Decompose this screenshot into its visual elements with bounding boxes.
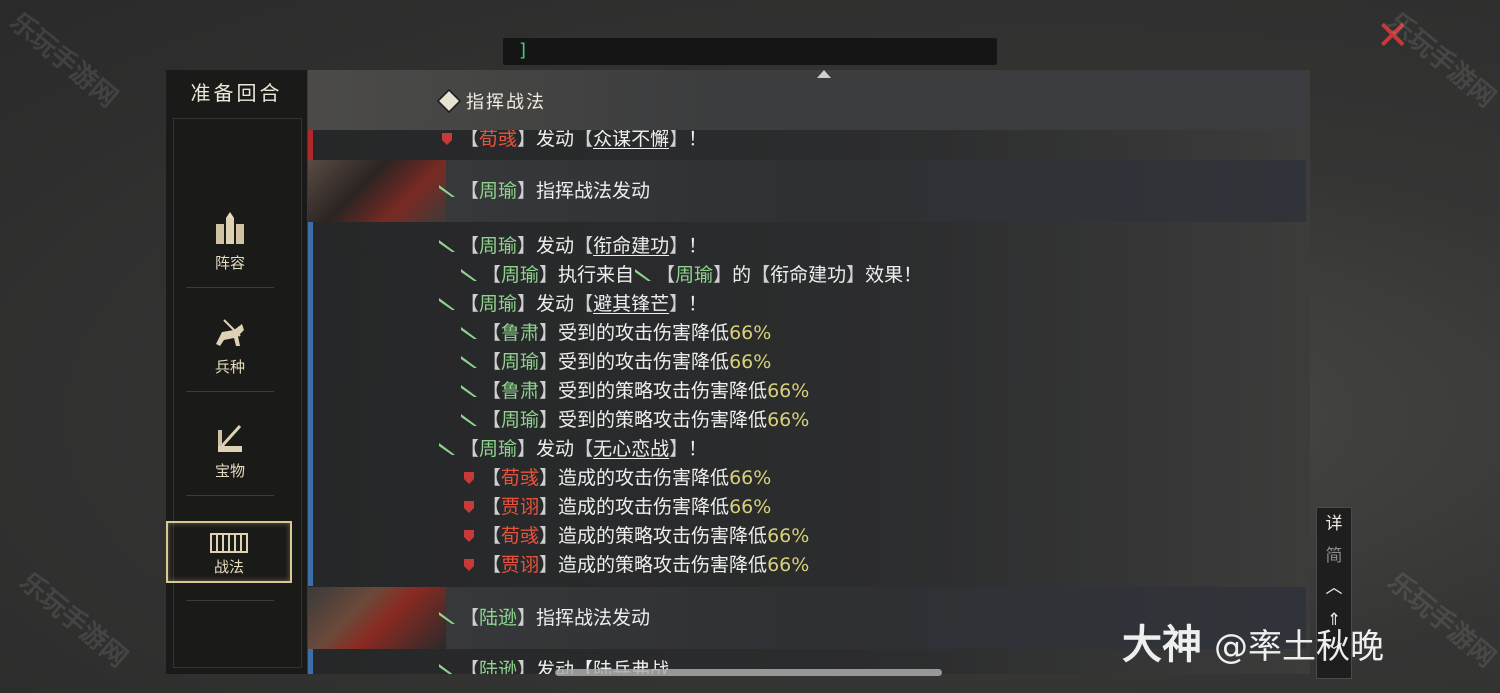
enemy-shield-icon [464, 501, 474, 513]
detail-button[interactable]: 详 [1317, 508, 1351, 540]
sidebar-item-lineup[interactable]: 阵容 [186, 200, 274, 288]
brand-handle: @率土秋晚 [1214, 627, 1384, 667]
enemy-shield-icon [464, 530, 474, 542]
ally-block-bar [308, 222, 313, 586]
row-title: 【周瑜】指挥战法发动 [438, 179, 650, 203]
divider [186, 287, 274, 288]
sidebar-item-label: 战法 [213, 558, 244, 576]
diamond-icon [436, 88, 462, 114]
log-line: 【周瑜】执行来自 【周瑜】的【衔命建功】效果！ [460, 263, 922, 287]
ally-blade-icon [439, 185, 455, 197]
divider [186, 391, 274, 392]
enemy-shield-icon [464, 559, 474, 571]
brand-logo: 大神 [1122, 622, 1202, 668]
ally-blade-icon [439, 443, 455, 455]
commander-row-zhouyu[interactable]: 【周瑜】指挥战法发动 [308, 160, 1306, 222]
log-line: 【荀彧】造成的策略攻击伤害降低66% [460, 524, 809, 548]
divider [186, 495, 274, 496]
tactics-icon [210, 533, 248, 553]
sidebar-item-treasure[interactable]: 宝物 [186, 408, 274, 496]
ally-blade-icon [461, 269, 477, 281]
sidebar-item-tactics[interactable]: 战法 [166, 521, 292, 583]
simple-button[interactable]: 简 [1317, 540, 1351, 572]
ally-blade-icon [461, 414, 477, 426]
log-line: 【周瑜】受到的攻击伤害降低66% [460, 350, 771, 374]
watermark-text: 乐玩手游网 [3, 7, 123, 114]
sidebar-item-label: 兵种 [214, 358, 245, 376]
watermark-text: 乐玩手游网 [13, 567, 133, 674]
section-header: 指挥战法 [308, 70, 1306, 130]
log-line: 【贾诩】造成的策略攻击伤害降低66% [460, 553, 809, 577]
chevron-up-icon[interactable]: ︿ [1317, 572, 1351, 604]
log-line: 【鲁肃】受到的策略攻击伤害降低66% [460, 379, 809, 403]
watermark-text: 乐玩手游网 [1381, 567, 1500, 674]
sidebar-item-label: 阵容 [214, 254, 245, 272]
ally-blade-icon [461, 356, 477, 368]
ally-blade-icon [439, 298, 455, 310]
avatar [308, 160, 446, 222]
brand-watermark: 大神 @率土秋晚 [1122, 612, 1384, 670]
log-line: 【周瑜】发动【无心恋战】！ [438, 437, 707, 461]
avatar [308, 587, 446, 649]
log-line: 【周瑜】发动【衔命建功】！ [438, 234, 707, 258]
scroll-up-indicator-icon [817, 70, 831, 78]
horizontal-scrollbar[interactable] [555, 669, 942, 676]
log-line: 【贾诩】造成的攻击伤害降低66% [460, 495, 771, 519]
log-line: 【鲁肃】受到的攻击伤害降低66% [460, 321, 771, 345]
sidebar-item-unit-type[interactable]: 兵种 [186, 304, 274, 392]
enemy-block-bar [308, 130, 313, 160]
row-title: 【陆逊】指挥战法发动 [438, 606, 650, 630]
input-text: ] [519, 40, 527, 61]
ally-blade-icon [635, 269, 652, 281]
battle-log[interactable]: 【荀彧】发动【众谋不懈】！ 【周瑜】指挥战法发动 【周瑜】发动【衔命建功】！ 【… [308, 70, 1310, 674]
ally-blade-icon [461, 327, 477, 339]
log-line: 【周瑜】受到的策略攻击伤害降低66% [460, 408, 809, 432]
divider [186, 600, 274, 601]
log-line: 【周瑜】发动【避其锋芒】！ [438, 292, 707, 316]
battle-report-panel: 准备回合 阵容 兵种 宝物 战法 【荀彧】发动【众谋不懈】！ 【周瑜】指挥战法发… [166, 70, 1310, 674]
sidebar: 准备回合 阵容 兵种 宝物 战法 [166, 70, 308, 674]
sidebar-title: 准备回合 [190, 81, 283, 105]
section-title: 指挥战法 [466, 92, 546, 113]
ally-blade-icon [439, 612, 455, 624]
ally-blade-icon [439, 664, 453, 674]
log-line: 【荀彧】造成的攻击伤害降低66% [460, 466, 771, 490]
cavalry-icon [216, 319, 244, 346]
top-chat-input[interactable]: ] [503, 38, 997, 65]
treasure-icon [218, 424, 242, 452]
ally-blade-icon [461, 385, 477, 397]
troops-icon [216, 212, 244, 244]
sidebar-item-label: 宝物 [214, 462, 245, 480]
log-line: 【荀彧】发动【众谋不懈】！ [438, 127, 707, 151]
enemy-shield-icon [442, 133, 452, 145]
ally-blade-icon [439, 240, 455, 252]
ally-block-bar [308, 649, 313, 674]
enemy-shield-icon [464, 472, 474, 484]
